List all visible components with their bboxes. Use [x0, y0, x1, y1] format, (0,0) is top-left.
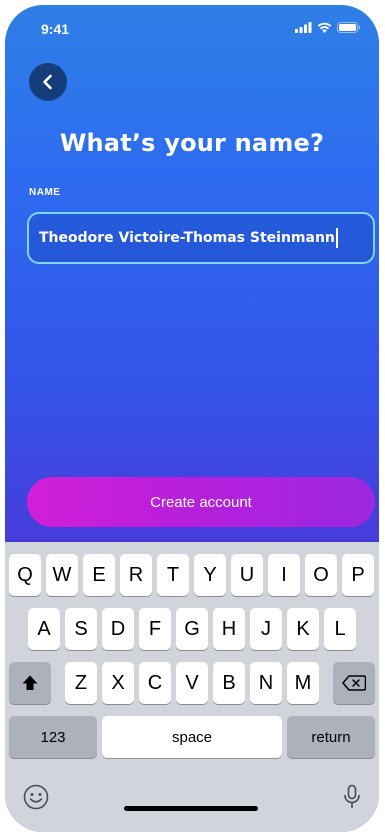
- emoji-button[interactable]: [21, 782, 51, 812]
- status-bar: 9:41: [5, 5, 379, 49]
- status-icons: [295, 22, 361, 33]
- key-r[interactable]: R: [120, 554, 152, 596]
- key-o[interactable]: O: [305, 554, 337, 596]
- key-y[interactable]: Y: [194, 554, 226, 596]
- wifi-icon: [317, 22, 332, 33]
- key-j[interactable]: J: [250, 608, 282, 650]
- name-field-label: NAME: [29, 187, 61, 198]
- key-b[interactable]: B: [213, 662, 245, 704]
- backspace-icon: [342, 675, 366, 691]
- return-key[interactable]: return: [287, 716, 375, 758]
- emoji-icon: [23, 784, 49, 810]
- page-title: What’s your name?: [59, 129, 325, 157]
- chevron-left-icon: [43, 74, 52, 90]
- key-a[interactable]: A: [28, 608, 60, 650]
- name-input[interactable]: Theodore Victoire-Thomas Steinmann: [27, 212, 375, 264]
- key-m[interactable]: M: [287, 662, 319, 704]
- key-z[interactable]: Z: [65, 662, 97, 704]
- key-q[interactable]: Q: [9, 554, 41, 596]
- shift-icon: [22, 675, 38, 690]
- name-input-value: Theodore Victoire-Thomas Steinmann: [39, 230, 335, 246]
- key-c[interactable]: C: [139, 662, 171, 704]
- key-g[interactable]: G: [176, 608, 208, 650]
- microphone-icon: [344, 784, 360, 809]
- space-key[interactable]: space: [102, 716, 282, 758]
- phone-screen: 9:41 What’s your name? N AME Theodore Vic…: [5, 5, 379, 832]
- key-h[interactable]: H: [213, 608, 245, 650]
- key-n[interactable]: N: [250, 662, 282, 704]
- key-f[interactable]: F: [139, 608, 171, 650]
- create-account-button[interactable]: Create account: [27, 477, 375, 527]
- signal-icon: [295, 22, 312, 33]
- key-e[interactable]: E: [83, 554, 115, 596]
- key-l[interactable]: L: [324, 608, 356, 650]
- battery-icon: [337, 22, 360, 33]
- key-t[interactable]: T: [157, 554, 189, 596]
- key-u[interactable]: U: [231, 554, 263, 596]
- key-v[interactable]: V: [176, 662, 208, 704]
- key-x[interactable]: X: [102, 662, 134, 704]
- key-p[interactable]: P: [342, 554, 374, 596]
- numbers-key[interactable]: 123: [9, 716, 97, 758]
- key-k[interactable]: K: [287, 608, 319, 650]
- text-caret: [335, 228, 338, 248]
- home-indicator: [124, 806, 258, 811]
- status-time: 9:41: [41, 21, 70, 37]
- key-w[interactable]: W: [46, 554, 78, 596]
- back-button[interactable]: [29, 63, 67, 101]
- key-i[interactable]: I: [268, 554, 300, 596]
- keyboard: Q W E R T Y U I O P A S D F G H J K L Z …: [5, 542, 379, 832]
- key-s[interactable]: S: [65, 608, 97, 650]
- dictation-button[interactable]: [337, 782, 367, 812]
- backspace-key[interactable]: [333, 662, 375, 704]
- key-d[interactable]: D: [102, 608, 134, 650]
- shift-key[interactable]: [9, 662, 51, 704]
